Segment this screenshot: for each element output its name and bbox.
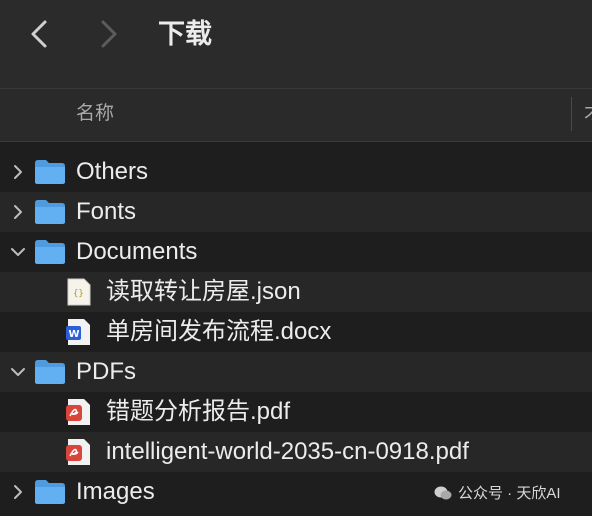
chevron-right-icon[interactable]	[10, 484, 26, 500]
item-label: 单房间发布流程.docx	[106, 318, 332, 345]
item-label: PDFs	[76, 358, 136, 385]
chevron-down-icon[interactable]	[10, 244, 26, 260]
item-label: 错题分析报告.pdf	[106, 398, 291, 425]
list-item-word-file[interactable]: W 单房间发布流程.docx	[0, 312, 592, 352]
chevron-right-icon[interactable]	[10, 204, 26, 220]
item-label: Fonts	[76, 198, 137, 225]
next-column-header[interactable]: 才	[584, 102, 592, 126]
list-item-others[interactable]: Others	[0, 152, 592, 192]
list-item-json-file[interactable]: {} 读取转让房屋.json	[0, 272, 592, 312]
word-file-icon: W	[66, 319, 90, 345]
watermark-text: 公众号 · 天欣AI	[458, 485, 561, 502]
pdf-file-icon	[66, 439, 90, 465]
wechat-icon	[434, 486, 452, 499]
column-divider[interactable]	[571, 97, 572, 131]
folder-icon	[35, 480, 65, 504]
folder-icon	[35, 160, 65, 184]
list-item-fonts[interactable]: Fonts	[0, 192, 592, 232]
forward-button[interactable]	[92, 16, 126, 52]
svg-text:W: W	[69, 329, 80, 340]
chevron-down-icon[interactable]	[10, 364, 26, 380]
column-header: 名称 才	[0, 88, 592, 142]
json-file-icon: {}	[67, 278, 91, 306]
chevron-left-icon	[31, 20, 47, 48]
item-label: 读取转让房屋.json	[106, 278, 301, 305]
list-item-pdfs[interactable]: PDFs	[0, 352, 592, 392]
folder-icon	[35, 200, 65, 224]
list-item-documents[interactable]: Documents	[0, 232, 592, 272]
pdf-file-icon	[66, 399, 90, 425]
chevron-right-icon[interactable]	[10, 164, 26, 180]
window-title: 下载	[158, 19, 212, 49]
list-item-pdf-file[interactable]: intelligent-world-2035-cn-0918.pdf	[0, 432, 592, 472]
item-label: Documents	[76, 238, 198, 265]
item-label: intelligent-world-2035-cn-0918.pdf	[106, 438, 469, 465]
back-button[interactable]	[22, 16, 56, 52]
folder-icon	[35, 360, 65, 384]
toolbar: 下载	[0, 0, 592, 88]
chevron-right-icon	[101, 20, 117, 48]
name-column-header[interactable]: 名称	[76, 102, 114, 126]
list-item-pdf-file[interactable]: 错题分析报告.pdf	[0, 392, 592, 432]
svg-text:{}: {}	[73, 289, 84, 299]
watermark: 公众号 · 天欣AI	[434, 482, 561, 503]
folder-icon	[35, 240, 65, 264]
item-label: Images	[76, 478, 155, 505]
item-label: Others	[76, 158, 149, 185]
